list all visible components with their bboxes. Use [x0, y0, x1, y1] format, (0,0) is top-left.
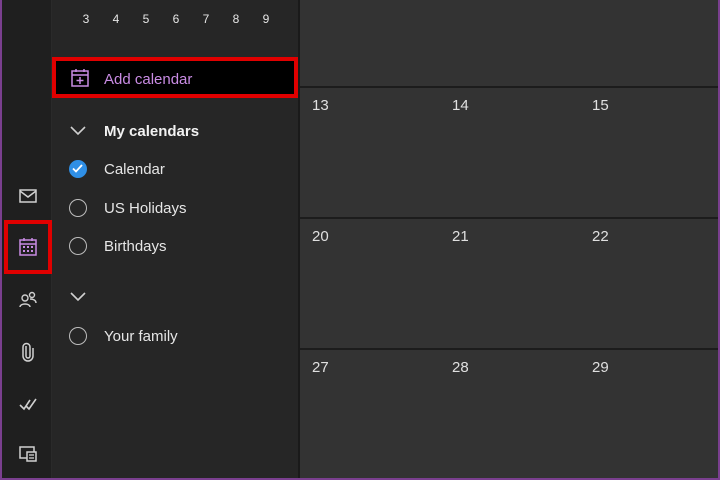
day-cell-number[interactable]: 13 — [312, 97, 329, 114]
mini-calendar-day[interactable]: 7 — [196, 12, 216, 26]
day-cell-number[interactable]: 14 — [452, 97, 469, 114]
todo-icon[interactable] — [4, 380, 52, 428]
group-my-calendars[interactable]: My calendars — [52, 116, 298, 146]
group-label: My calendars — [104, 123, 200, 140]
add-calendar-icon — [71, 69, 89, 87]
calendar-item-birthdays[interactable]: Birthdays — [52, 231, 298, 261]
mini-calendar-day[interactable]: 5 — [136, 12, 156, 26]
mini-calendar-day[interactable]: 4 — [106, 12, 126, 26]
month-grid: 13 14 15 20 21 22 27 28 29 — [298, 0, 720, 480]
day-cell-number[interactable]: 28 — [452, 359, 469, 376]
calendar-item-label: Calendar — [104, 161, 165, 178]
group-unnamed[interactable] — [52, 282, 298, 312]
people-icon[interactable] — [4, 276, 52, 324]
unchecked-circle-icon[interactable] — [69, 237, 87, 255]
add-calendar-button[interactable]: Add calendar — [52, 57, 298, 98]
mini-calendar-day[interactable]: 6 — [166, 12, 186, 26]
checked-icon[interactable] — [69, 160, 87, 178]
app-rail — [0, 0, 52, 480]
mini-calendar-week: 3 4 5 6 7 8 9 — [52, 12, 298, 28]
calendar-item-label: Your family — [104, 328, 178, 345]
day-cell-number[interactable]: 27 — [312, 359, 329, 376]
calendar-icon[interactable] — [4, 220, 52, 274]
chevron-down-icon — [70, 126, 86, 136]
unchecked-circle-icon[interactable] — [69, 199, 87, 217]
attachment-icon[interactable] — [4, 328, 52, 376]
unchecked-circle-icon[interactable] — [69, 327, 87, 345]
mini-calendar-day[interactable]: 3 — [76, 12, 96, 26]
calendar-item-calendar[interactable]: Calendar — [52, 154, 298, 184]
mini-calendar-day[interactable]: 8 — [226, 12, 246, 26]
day-cell-number[interactable]: 20 — [312, 228, 329, 245]
grid-divider — [300, 86, 720, 88]
grid-divider — [300, 348, 720, 350]
chevron-down-icon — [70, 292, 86, 302]
calendar-item-us-holidays[interactable]: US Holidays — [52, 193, 298, 223]
calendar-item-your-family[interactable]: Your family — [52, 321, 298, 351]
grid-divider — [300, 217, 720, 219]
calendar-item-label: US Holidays — [104, 200, 187, 217]
add-calendar-label: Add calendar — [104, 71, 193, 88]
groups-icon[interactable] — [4, 430, 52, 478]
mail-icon[interactable] — [4, 172, 52, 220]
day-cell-number[interactable]: 15 — [592, 97, 609, 114]
folder-pane: 3 4 5 6 7 8 9 Add calendar My calendars … — [52, 0, 298, 480]
day-cell-number[interactable]: 22 — [592, 228, 609, 245]
day-cell-number[interactable]: 29 — [592, 359, 609, 376]
calendar-item-label: Birthdays — [104, 238, 167, 255]
day-cell-number[interactable]: 21 — [452, 228, 469, 245]
mini-calendar-day[interactable]: 9 — [256, 12, 276, 26]
